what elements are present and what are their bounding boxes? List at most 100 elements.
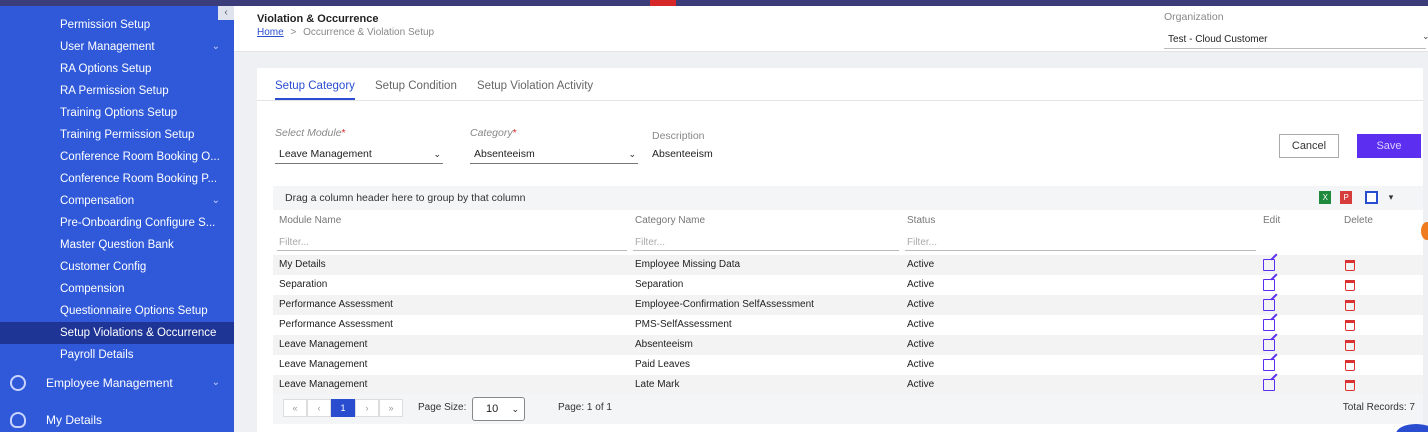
sidebar-item-conference-room-options[interactable]: Conference Room Booking O...	[0, 146, 234, 168]
chevron-down-icon: ⌄	[511, 404, 519, 414]
chevron-down-icon: ⌄	[211, 195, 220, 206]
sidebar-item-user-management[interactable]: User Management ⌄	[0, 36, 234, 58]
status-filter-input[interactable]: Filter...	[905, 235, 1256, 251]
tab-bar: Setup Category Setup Condition Setup Vio…	[257, 68, 1423, 101]
category-cell: Employee-Confirmation SelfAssessment	[635, 299, 814, 310]
trash-icon[interactable]	[1345, 280, 1355, 291]
sidebar-item-label: Setup Violations & Occurrence	[60, 327, 217, 339]
prev-page-button[interactable]: ‹	[307, 399, 331, 417]
trash-icon[interactable]	[1345, 360, 1355, 371]
category-cell: PMS-SelfAssessment	[635, 319, 732, 330]
edit-icon[interactable]	[1263, 279, 1275, 291]
table-row: Performance Assessment PMS-SelfAssessmen…	[273, 315, 1423, 335]
module-label-text: Select Module	[275, 127, 342, 139]
group-by-bar[interactable]: Drag a column header here to group by th…	[273, 186, 1423, 210]
page-size-select[interactable]: 10 ⌄	[472, 397, 525, 421]
edit-icon[interactable]	[1263, 339, 1275, 351]
breadcrumb-current: Occurrence & Violation Setup	[303, 27, 435, 38]
sidebar-item-employee-management[interactable]: Employee Management ⌄	[0, 370, 234, 396]
organization-select[interactable]: Test - Cloud Customer	[1168, 34, 1267, 45]
category-cell: Paid Leaves	[635, 359, 691, 370]
sidebar-item-label: Training Options Setup	[60, 107, 178, 119]
edit-icon[interactable]	[1263, 359, 1275, 371]
column-header-category[interactable]: Category Name	[635, 215, 705, 226]
user-icon	[10, 412, 26, 428]
total-records: Total Records: 7	[1342, 402, 1415, 413]
module-cell: Performance Assessment	[279, 299, 393, 310]
sidebar-item-pre-onboarding[interactable]: Pre-Onboarding Configure S...	[0, 212, 234, 234]
trash-icon[interactable]	[1345, 340, 1355, 351]
edit-icon[interactable]	[1263, 299, 1275, 311]
sidebar-item-master-question-bank[interactable]: Master Question Bank	[0, 234, 234, 256]
page-size-label: Page Size:	[418, 402, 467, 413]
module-select[interactable]: Leave Management ⌄	[275, 144, 443, 164]
column-chooser-icon[interactable]	[1365, 191, 1379, 204]
category-select[interactable]: Absenteeism ⌄	[470, 144, 638, 164]
breadcrumb-home-link[interactable]: Home	[257, 27, 284, 38]
category-cell: Absenteeism	[635, 339, 693, 350]
tab-setup-violation-activity[interactable]: Setup Violation Activity	[477, 80, 593, 98]
module-filter-input[interactable]: Filter...	[277, 235, 627, 251]
category-filter-input[interactable]: Filter...	[633, 235, 899, 251]
tab-setup-category[interactable]: Setup Category	[275, 80, 355, 100]
sidebar-item-setup-violations[interactable]: Setup Violations & Occurrence	[0, 322, 234, 344]
module-cell: Leave Management	[279, 339, 368, 350]
sidebar-item-compensation[interactable]: Compensation ⌄	[0, 190, 234, 212]
breadcrumb-separator: >	[290, 27, 297, 38]
sidebar-item-compension[interactable]: Compension	[0, 278, 234, 300]
description-label: Description	[652, 130, 705, 142]
tab-setup-condition[interactable]: Setup Condition	[375, 80, 457, 98]
description-value: Absenteeism	[652, 148, 713, 160]
trash-icon[interactable]	[1345, 380, 1355, 391]
category-grid: Drag a column header here to group by th…	[273, 186, 1423, 432]
trash-icon[interactable]	[1345, 300, 1355, 311]
status-cell: Active	[907, 279, 935, 290]
sidebar-item-label: Customer Config	[60, 261, 147, 273]
sidebar-item-training-options[interactable]: Training Options Setup	[0, 102, 234, 124]
edit-icon[interactable]	[1263, 259, 1275, 271]
module-cell: Leave Management	[279, 379, 368, 390]
required-mark: *	[512, 127, 517, 139]
edit-icon[interactable]	[1263, 379, 1275, 391]
sidebar-item-training-permission[interactable]: Training Permission Setup	[0, 124, 234, 146]
caret-down-icon[interactable]: ▾	[1387, 191, 1395, 204]
module-label: Select Module*	[275, 127, 346, 139]
sidebar-item-questionnaire-options[interactable]: Questionnaire Options Setup	[0, 300, 234, 322]
sidebar-item-ra-permission[interactable]: RA Permission Setup	[0, 80, 234, 102]
next-page-button[interactable]: ›	[355, 399, 379, 417]
sidebar-item-my-details[interactable]: My Details	[0, 407, 234, 432]
column-header-module[interactable]: Module Name	[279, 215, 341, 226]
trash-icon[interactable]	[1345, 320, 1355, 331]
trash-icon[interactable]	[1345, 260, 1355, 271]
page-header: Violation & Occurrence Home > Occurrence…	[234, 6, 1428, 52]
edit-icon[interactable]	[1263, 319, 1275, 331]
excel-export-icon[interactable]: X	[1319, 191, 1332, 204]
sidebar-item-label: RA Permission Setup	[60, 85, 169, 97]
category-label: Category*	[470, 127, 517, 139]
sidebar-item-customer-config[interactable]: Customer Config	[0, 256, 234, 278]
help-widget-icon[interactable]	[1421, 222, 1428, 240]
column-header-status[interactable]: Status	[907, 215, 935, 226]
cancel-button[interactable]: Cancel	[1279, 134, 1339, 158]
chevron-down-icon: ⌄	[211, 377, 220, 388]
module-cell: Leave Management	[279, 359, 368, 370]
page-1-button[interactable]: 1	[331, 399, 355, 417]
sidebar-item-permission-setup[interactable]: Permission Setup	[0, 14, 234, 36]
category-cell: Late Mark	[635, 379, 680, 390]
sidebar-item-conference-room-permission[interactable]: Conference Room Booking P...	[0, 168, 234, 190]
last-page-button[interactable]: »	[379, 399, 403, 417]
group-by-hint: Drag a column header here to group by th…	[285, 192, 526, 204]
table-row: Leave Management Paid Leaves Active	[273, 355, 1423, 375]
sidebar-item-payroll-details[interactable]: Payroll Details	[0, 344, 234, 366]
people-icon	[10, 375, 26, 391]
category-cell: Employee Missing Data	[635, 259, 741, 270]
pdf-export-icon[interactable]: P	[1340, 191, 1353, 204]
module-cell: Separation	[279, 279, 328, 290]
sidebar-item-label: Compension	[60, 283, 125, 295]
first-page-button[interactable]: «	[283, 399, 307, 417]
sidebar-item-ra-options[interactable]: RA Options Setup	[0, 58, 234, 80]
page-size-value: 10	[486, 403, 499, 415]
sidebar: ‹ Permission Setup User Management ⌄ RA O…	[0, 6, 234, 432]
chevron-down-icon[interactable]: ⌄	[1422, 31, 1428, 42]
save-button[interactable]: Save	[1357, 134, 1421, 158]
